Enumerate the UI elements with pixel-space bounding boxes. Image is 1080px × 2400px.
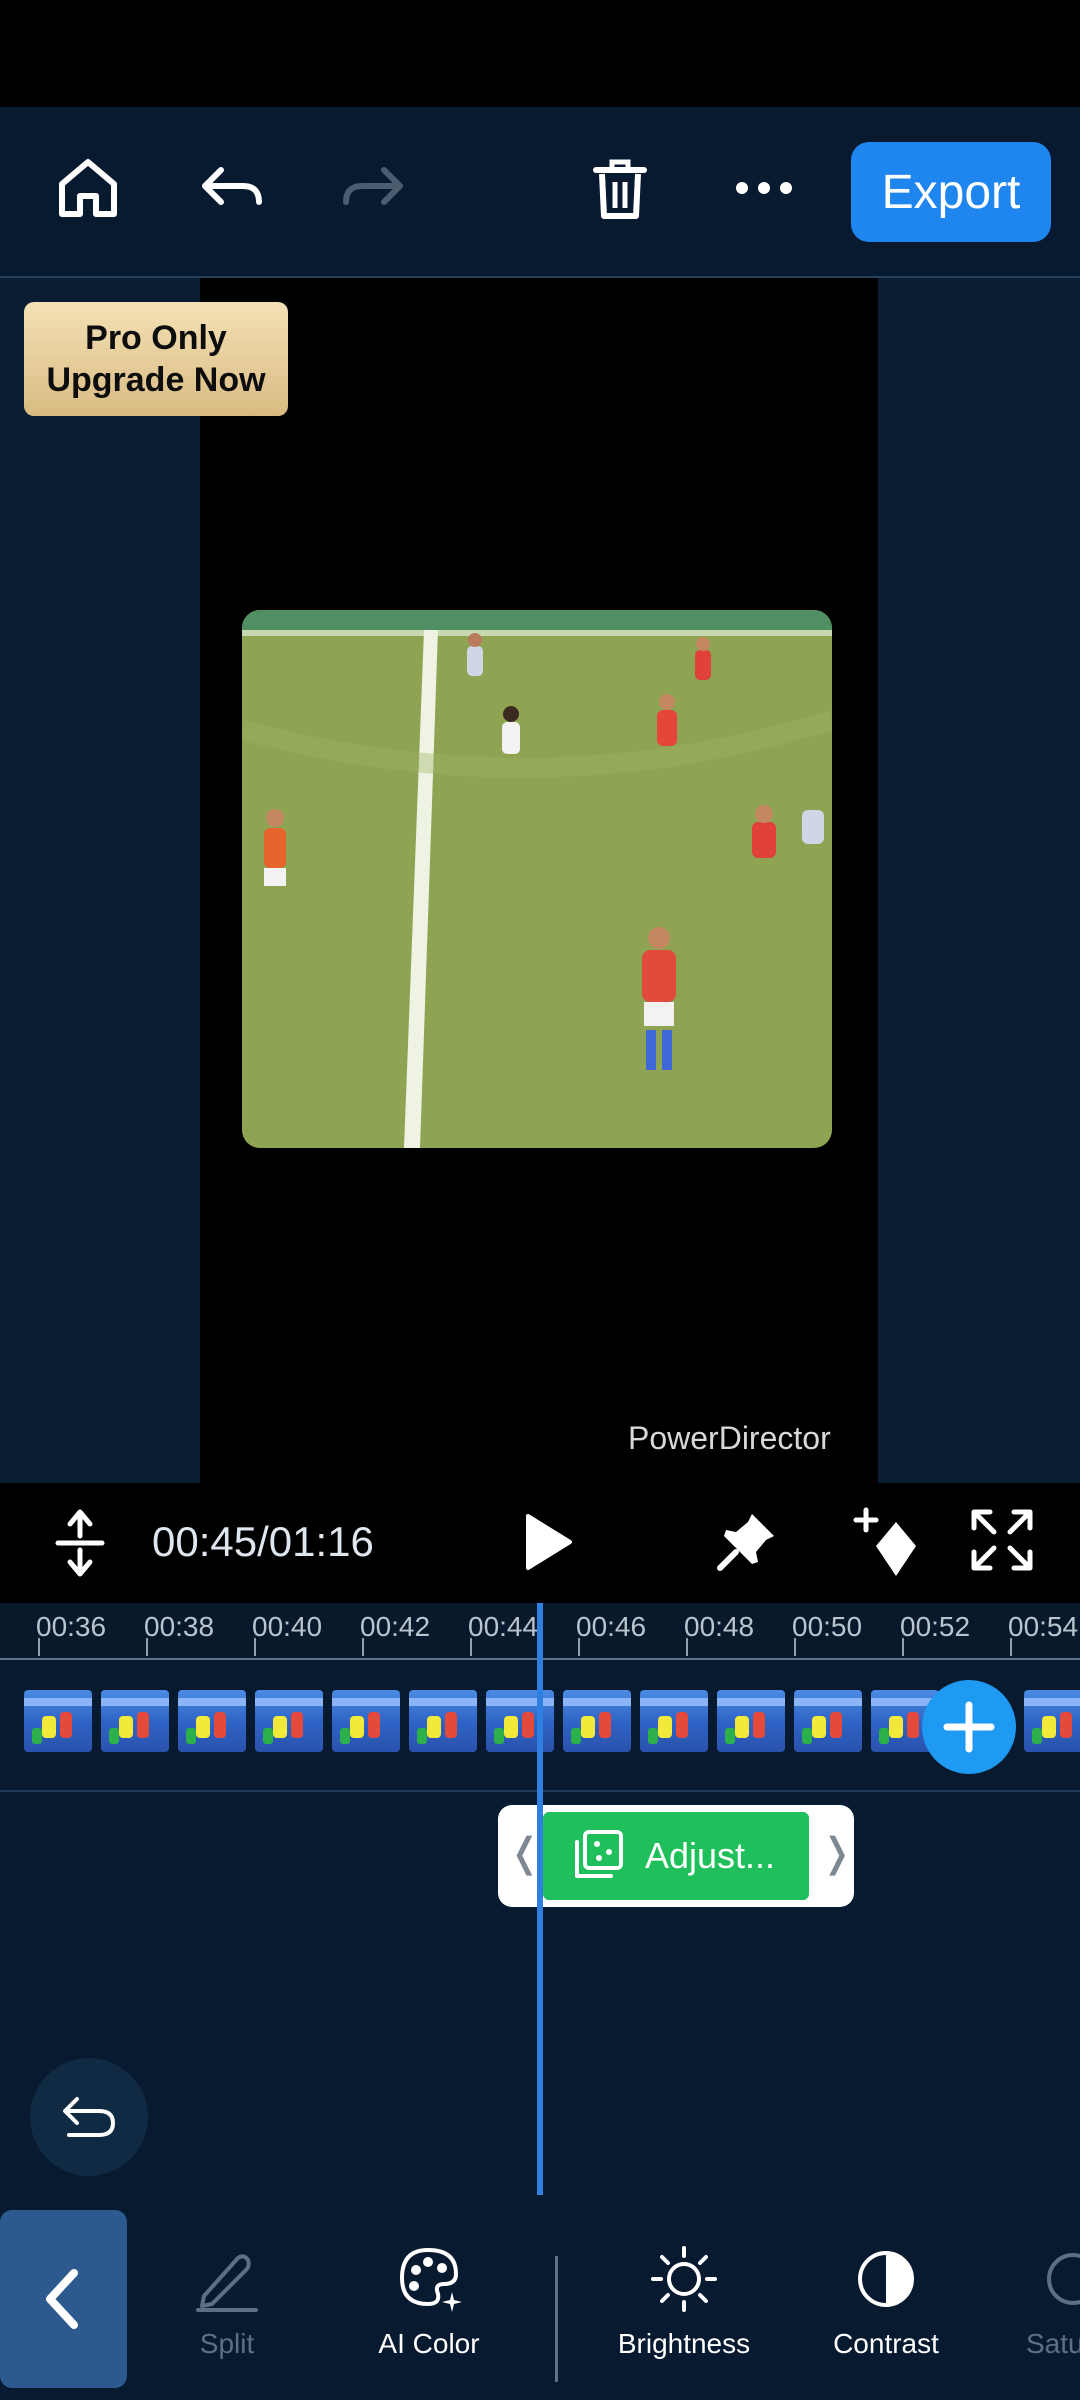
clip-thumbnail xyxy=(409,1690,477,1752)
play-button[interactable] xyxy=(514,1510,578,1574)
brightness-tool[interactable]: Brightness xyxy=(584,2240,784,2390)
clip-thumbnail xyxy=(794,1690,862,1752)
playhead[interactable] xyxy=(537,1603,543,2195)
undo-button[interactable] xyxy=(183,140,279,236)
redo-button[interactable] xyxy=(326,140,422,236)
split-label: Split xyxy=(199,2328,255,2359)
toolbar-back-button[interactable] xyxy=(0,2210,127,2388)
clip-thumbnail xyxy=(255,1690,323,1752)
adjust-layer-icon xyxy=(575,1830,623,1878)
expand-vertical-icon xyxy=(55,1509,105,1577)
clip-thumbnail xyxy=(101,1690,169,1752)
more-icon xyxy=(736,182,792,194)
split-pen-icon xyxy=(196,2254,258,2312)
ai-color-label: AI Color xyxy=(378,2328,480,2359)
return-arrow-icon xyxy=(63,2097,116,2137)
ruler-tick-mark xyxy=(146,1638,148,1656)
saturation-icon xyxy=(1047,2253,1080,2305)
home-icon xyxy=(59,159,117,217)
timeline-zoom-button[interactable] xyxy=(48,1508,112,1578)
ruler-tick: 00:42 xyxy=(360,1611,431,1642)
clip-thumbnail xyxy=(332,1690,400,1752)
status-bar xyxy=(0,0,1080,107)
ruler-tick: 00:46 xyxy=(576,1611,647,1642)
clip-thumbnail xyxy=(178,1690,246,1752)
add-keyframe-button[interactable] xyxy=(850,1504,926,1580)
pro-badge-line2: Upgrade Now xyxy=(46,361,266,399)
pro-badge-line1: Pro Only xyxy=(85,319,227,357)
ruler-tick-mark xyxy=(362,1638,364,1656)
clip-thumbnail xyxy=(640,1690,708,1752)
fullscreen-icon xyxy=(971,1509,1033,1571)
contrast-icon xyxy=(858,2251,914,2307)
play-icon xyxy=(526,1514,572,1570)
ruler-tick-mark xyxy=(902,1638,904,1656)
sun-icon xyxy=(651,2246,717,2312)
saturation-label: Satu xyxy=(1026,2328,1080,2359)
ruler-tick-mark xyxy=(38,1638,40,1656)
clip-thumbnail xyxy=(1024,1690,1080,1752)
ruler-tick: 00:38 xyxy=(144,1611,215,1642)
adjustment-clip-label: Adjust... xyxy=(645,1835,776,1876)
pin-icon xyxy=(717,1514,774,1571)
ruler-tick-mark xyxy=(470,1638,472,1656)
add-media-button[interactable] xyxy=(922,1680,1016,1774)
delete-button[interactable] xyxy=(572,140,668,236)
keyframe-add-icon xyxy=(853,1507,916,1576)
contrast-label: Contrast xyxy=(833,2328,939,2359)
ruler-tick-mark xyxy=(686,1638,688,1656)
ruler-tick: 00:52 xyxy=(900,1611,971,1642)
trim-handle-right[interactable]: ❭ xyxy=(820,1830,854,1876)
fullscreen-button[interactable] xyxy=(968,1506,1036,1574)
clip-thumbnail xyxy=(717,1690,785,1752)
brightness-label: Brightness xyxy=(617,2328,751,2359)
ai-color-tool[interactable]: AI Color xyxy=(329,2240,529,2390)
undo-icon xyxy=(202,167,262,205)
soccer-scene-image xyxy=(242,610,832,1148)
ruler-tick: 00:50 xyxy=(792,1611,863,1642)
toolbar-divider xyxy=(555,2256,558,2382)
home-button[interactable] xyxy=(40,140,136,236)
contrast-tool[interactable]: Contrast xyxy=(786,2240,986,2390)
clip-thumbnail xyxy=(24,1690,92,1752)
clip-thumbnail xyxy=(563,1690,631,1752)
redo-icon xyxy=(343,167,403,205)
pin-button[interactable] xyxy=(712,1508,780,1576)
ruler-tick-mark xyxy=(254,1638,256,1656)
ruler-tick: 00:48 xyxy=(684,1611,755,1642)
return-button[interactable] xyxy=(30,2058,148,2176)
time-display: 00:45/01:16 xyxy=(152,1518,374,1565)
ruler-tick: 00:40 xyxy=(252,1611,323,1642)
ruler-tick-mark xyxy=(794,1638,796,1656)
export-button[interactable]: Export xyxy=(851,142,1051,242)
ruler-tick: 00:36 xyxy=(36,1611,107,1642)
palette-sparkle-icon xyxy=(399,2247,462,2312)
trash-icon xyxy=(593,159,647,219)
pro-upgrade-badge[interactable]: Pro Only Upgrade Now xyxy=(24,302,288,416)
clip-thumbnail xyxy=(486,1690,554,1752)
split-tool[interactable]: Split xyxy=(127,2240,327,2390)
saturation-tool[interactable]: Satu xyxy=(988,2240,1080,2390)
more-button[interactable] xyxy=(716,140,812,236)
adjustment-clip-body[interactable]: Adjust... xyxy=(543,1812,809,1900)
watermark-text: PowerDirector xyxy=(628,1420,831,1456)
video-frame xyxy=(242,610,832,1148)
ruler-tick-mark xyxy=(1010,1638,1012,1656)
plus-icon xyxy=(943,1701,995,1753)
ruler-tick: 00:54 xyxy=(1008,1611,1079,1642)
ruler-tick: 00:44 xyxy=(468,1611,539,1642)
ruler-tick-mark xyxy=(578,1638,580,1656)
chevron-left-icon xyxy=(45,2269,78,2329)
